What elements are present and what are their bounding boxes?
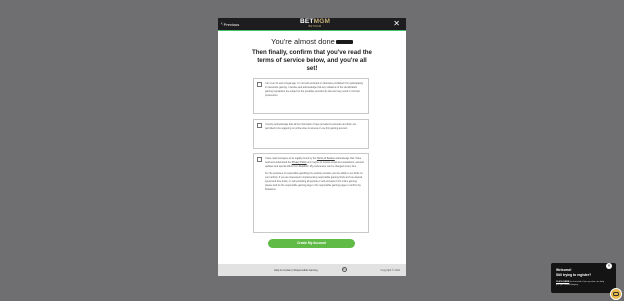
accuracy-consent-checkbox[interactable] <box>257 123 262 128</box>
responsible-gaming-link[interactable]: Responsible Gaming <box>294 269 318 272</box>
create-account-button[interactable]: Create My Account <box>268 239 355 248</box>
footer-links: Help & Contact | Responsible Gaming <box>274 269 318 272</box>
terms-consent-box: I have read and agree to be legally boun… <box>253 153 369 233</box>
chat-bubble-icon <box>613 291 619 297</box>
previous-button[interactable]: ‹ Previous <box>221 21 239 27</box>
privacy-policy-link[interactable]: Privacy Policy <box>292 161 307 164</box>
register-modal: ‹ Previous BETMGM BETMGM ✕ You're almost… <box>218 18 406 276</box>
betmgm-logo: BETMGM BETMGM <box>300 18 331 28</box>
chat-body: CLICK HERE to chat with a live rep who c… <box>556 281 605 287</box>
age-consent-checkbox[interactable] <box>257 82 262 87</box>
close-icon[interactable]: ✕ <box>393 19 400 28</box>
age-consent-box: I am over 21 and of legal age. I'm not s… <box>253 78 369 114</box>
chat-question: Still trying to register? <box>556 273 592 277</box>
chat-launcher-button[interactable] <box>610 288 622 300</box>
modal-footer: Help & Contact | Responsible Gaming 21+ … <box>218 264 406 276</box>
confirm-terms-heading: Then finally, confirm that you've read t… <box>252 49 372 72</box>
redacted-name <box>335 40 353 45</box>
help-contact-link[interactable]: Help & Contact <box>274 269 291 272</box>
almost-done-heading: You're almost done <box>218 37 406 46</box>
chat-welcome: Welcome! <box>556 268 572 272</box>
terms-consent-checkbox[interactable] <box>257 157 262 162</box>
terms-of-service-link[interactable]: Terms of Service <box>317 157 335 160</box>
previous-label: Previous <box>223 21 240 27</box>
chat-close-icon[interactable]: × <box>606 263 612 269</box>
age-consent-text: I am over 21 and of legal age. I'm not s… <box>265 82 363 98</box>
age-21-badge-icon: 21+ <box>342 267 347 272</box>
chat-click-here-link[interactable]: CLICK HERE <box>556 281 569 283</box>
chevron-left-icon: ‹ <box>221 21 223 27</box>
accuracy-consent-box: I hereby acknowledge that all the inform… <box>253 119 369 149</box>
copyright-text: Copyright © 2024 <box>380 268 401 272</box>
terms-consent-text: I have read and agree to be legally boun… <box>265 157 364 192</box>
accuracy-consent-text: I hereby acknowledge that all the inform… <box>265 123 357 131</box>
responsible-gaming-text: For the purposes of responsible gambling… <box>265 171 363 192</box>
modal-header: ‹ Previous BETMGM BETMGM ✕ <box>218 18 406 31</box>
